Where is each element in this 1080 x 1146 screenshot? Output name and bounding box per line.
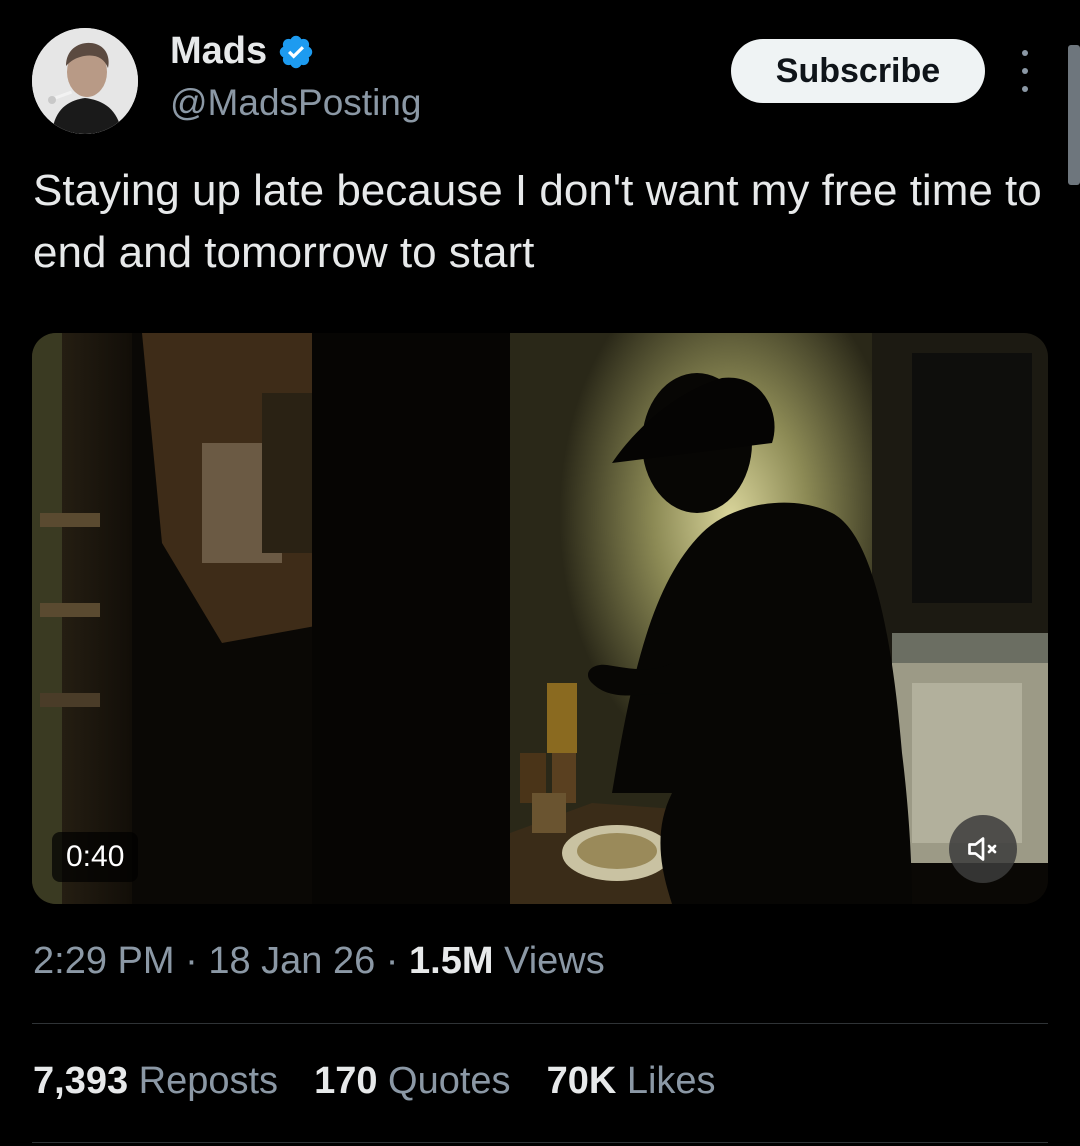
video-frame	[32, 333, 1048, 904]
likes-label: Likes	[626, 1060, 716, 1102]
author-handle[interactable]: @MadsPosting	[170, 82, 421, 124]
video-duration: 0:40	[52, 832, 139, 882]
reposts-label: Reposts	[138, 1060, 279, 1102]
avatar[interactable]	[32, 28, 138, 134]
video-player[interactable]	[32, 333, 1048, 904]
author-name[interactable]: Mads	[170, 30, 315, 73]
tweet-text: Staying up late because I don't want my …	[33, 166, 1042, 277]
reposts-stat[interactable]: 7,393 Reposts	[33, 1060, 278, 1103]
engagement-stats: 7,393 Reposts 170 Quotes 70K Likes	[33, 1060, 716, 1103]
avatar-photo	[32, 28, 138, 134]
scrollbar[interactable]	[1068, 45, 1080, 185]
quotes-count: 170	[314, 1060, 378, 1102]
tweet-date[interactable]: 18 Jan 26	[208, 940, 375, 982]
quotes-stat[interactable]: 170 Quotes	[314, 1060, 511, 1103]
tweet-time[interactable]: 2:29 PM	[33, 940, 175, 982]
quotes-label: Quotes	[388, 1060, 511, 1102]
mute-button[interactable]	[949, 815, 1017, 883]
meta-separator: ·	[385, 940, 399, 982]
views-count: 1.5M	[409, 940, 494, 982]
views-label: Views	[504, 940, 605, 982]
verified-badge-icon	[279, 35, 313, 68]
tweet-meta: 2:29 PM · 18 Jan 26 · 1.5M Views	[33, 940, 605, 983]
display-name[interactable]: Mads	[170, 30, 267, 73]
likes-stat[interactable]: 70K Likes	[547, 1060, 716, 1103]
reposts-count: 7,393	[33, 1060, 129, 1102]
divider	[32, 1023, 1048, 1024]
speaker-muted-icon	[968, 837, 997, 861]
meta-separator: ·	[185, 940, 198, 982]
subscribe-button[interactable]: Subscribe	[731, 39, 985, 103]
likes-count: 70K	[546, 1060, 617, 1102]
more-vertical-icon[interactable]	[1010, 50, 1040, 92]
divider	[32, 1142, 1048, 1143]
